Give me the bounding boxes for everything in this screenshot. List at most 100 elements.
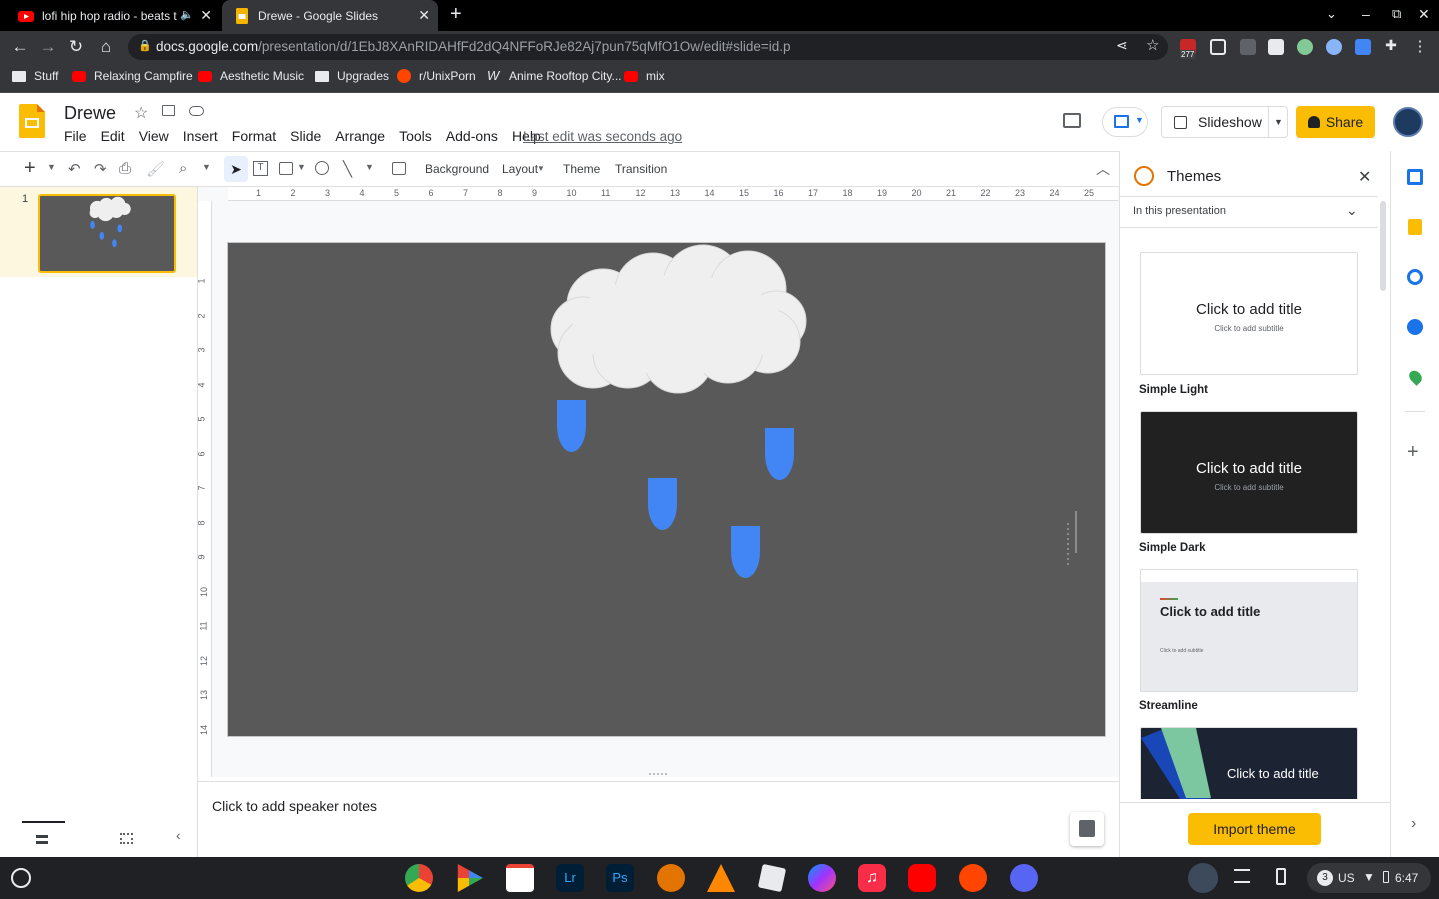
- menu-format[interactable]: Format: [232, 128, 276, 144]
- home-icon[interactable]: ⌂: [96, 37, 116, 57]
- tab-lofi[interactable]: lofi hip hop radio - beats to r 🔈 ✕: [6, 0, 220, 31]
- gmail-icon[interactable]: [506, 864, 534, 892]
- transition-button[interactable]: Transition: [615, 162, 667, 176]
- redo-icon[interactable]: ↷: [94, 160, 107, 178]
- comments-icon[interactable]: [1063, 113, 1081, 128]
- address-bar[interactable]: 🔒 docs.google.com/presentation/d/1EbJ8XA…: [128, 34, 1168, 60]
- background-button[interactable]: Background: [425, 162, 489, 176]
- apple-music-icon[interactable]: ♫: [858, 864, 886, 892]
- slide-thumbnail[interactable]: [38, 194, 176, 273]
- lightroom-icon[interactable]: Lr: [556, 864, 584, 892]
- undo-icon[interactable]: ↶: [68, 160, 81, 178]
- menu-insert[interactable]: Insert: [183, 128, 218, 144]
- last-edit-link[interactable]: Last edit was seconds ago: [523, 129, 682, 144]
- slideshow-dropdown-icon[interactable]: ▼: [1268, 107, 1288, 137]
- zoom-icon[interactable]: ⌕: [179, 160, 187, 177]
- reader-icon[interactable]: [1210, 39, 1226, 55]
- menu-view[interactable]: View: [139, 128, 169, 144]
- chrome-app-icon[interactable]: [405, 864, 433, 892]
- theme-streamline[interactable]: Click to add title Click to add subtitle: [1140, 569, 1358, 692]
- reload-icon[interactable]: ↻: [66, 37, 86, 57]
- collapse-filmstrip-icon[interactable]: ‹: [176, 827, 181, 843]
- contacts-icon[interactable]: [1407, 319, 1423, 335]
- url-text[interactable]: docs.google.com/presentation/d/1EbJ8XAnR…: [156, 39, 790, 54]
- image-dropdown-icon[interactable]: ▼: [297, 162, 306, 172]
- theme-simple-dark[interactable]: Click to add title Click to add subtitle: [1140, 411, 1358, 534]
- document-title[interactable]: Drewe: [64, 103, 116, 124]
- move-folder-icon[interactable]: [162, 105, 175, 116]
- slide-canvas[interactable]: [227, 242, 1106, 737]
- themes-scrollbar[interactable]: [1380, 201, 1386, 291]
- close-window-icon[interactable]: ✕: [1418, 6, 1430, 23]
- gear-extension-icon[interactable]: [1297, 39, 1313, 55]
- grid-view-icon[interactable]: [120, 833, 133, 844]
- vlc-icon[interactable]: [707, 864, 735, 892]
- avatar[interactable]: [1393, 107, 1423, 137]
- user-avatar-tray[interactable]: [1188, 863, 1218, 893]
- layout-button[interactable]: Layout: [502, 162, 538, 176]
- maximize-icon[interactable]: ⧉: [1392, 6, 1401, 22]
- raindrop-shapes[interactable]: [557, 400, 794, 578]
- menu-arrange[interactable]: Arrange: [335, 128, 385, 144]
- layout-dropdown-icon[interactable]: ▼: [537, 164, 545, 173]
- bookmark-upgrades[interactable]: Upgrades: [315, 69, 389, 83]
- share-button[interactable]: Share: [1296, 106, 1375, 138]
- slideshow-button[interactable]: Slideshow ▼: [1161, 106, 1288, 138]
- kebab-menu-icon[interactable]: ⋮: [1410, 37, 1430, 55]
- messenger-icon[interactable]: [808, 864, 836, 892]
- star-icon[interactable]: ☆: [134, 103, 148, 123]
- theme-simple-light[interactable]: Click to add title Click to add subtitle: [1140, 252, 1358, 375]
- speaker-notes[interactable]: Click to add speaker notes: [198, 781, 1119, 857]
- add-addon-icon[interactable]: +: [1407, 441, 1419, 464]
- status-tray[interactable]: 3 US ▼ 6:47: [1307, 863, 1431, 893]
- bookmark-anime-rooftop[interactable]: W Anime Rooftop City...: [487, 69, 622, 84]
- cloud-status-icon[interactable]: [189, 106, 204, 116]
- launcher-icon[interactable]: [11, 868, 31, 888]
- select-tool-icon[interactable]: ➤: [224, 156, 248, 182]
- discord-icon[interactable]: [1010, 864, 1038, 892]
- speaker-notes-placeholder[interactable]: Click to add speaker notes: [212, 798, 377, 814]
- k-extension-icon[interactable]: [1240, 39, 1256, 55]
- explore-button[interactable]: [1070, 812, 1104, 846]
- minimize-icon[interactable]: –: [1362, 6, 1370, 22]
- search-extension-icon[interactable]: [1326, 39, 1342, 55]
- new-slide-button[interactable]: +: [24, 157, 36, 180]
- maps-icon[interactable]: [1406, 368, 1425, 386]
- forward-icon[interactable]: →: [38, 37, 58, 57]
- back-icon[interactable]: ←: [10, 37, 30, 57]
- bookmark-star-icon[interactable]: ☆: [1146, 36, 1159, 54]
- paint-format-icon[interactable]: 🖌: [146, 160, 165, 178]
- bookmark-mix[interactable]: mix: [624, 69, 665, 83]
- camera-extension-icon[interactable]: [1355, 39, 1371, 55]
- calendar-icon[interactable]: [1407, 169, 1423, 185]
- import-theme-button[interactable]: Import theme: [1188, 813, 1321, 845]
- slides-logo-icon[interactable]: [19, 104, 45, 138]
- new-tab-button[interactable]: +: [450, 3, 462, 26]
- play-store-icon[interactable]: [457, 864, 483, 892]
- audio-icon[interactable]: 🔈: [180, 8, 194, 21]
- shape-icon[interactable]: [315, 161, 329, 175]
- media-controls-icon[interactable]: [1234, 869, 1250, 883]
- close-tab-icon[interactable]: ✕: [200, 7, 212, 24]
- comment-add-icon[interactable]: [392, 162, 406, 175]
- tab-slides[interactable]: Drewe - Google Slides ✕: [222, 0, 438, 31]
- phone-hub-icon[interactable]: [1276, 868, 1286, 885]
- text-box-icon[interactable]: T: [253, 161, 268, 176]
- line-icon[interactable]: ╲: [343, 160, 352, 178]
- print-icon[interactable]: ⎙: [119, 160, 131, 177]
- theme-button[interactable]: Theme: [563, 162, 600, 176]
- photoshop-icon[interactable]: Ps: [606, 864, 634, 892]
- filmstrip-view-tab[interactable]: [22, 821, 65, 857]
- slide-thumb-row[interactable]: 1: [0, 187, 197, 277]
- roblox-icon[interactable]: [757, 863, 787, 893]
- puzzle-icon[interactable]: ✚: [1381, 37, 1401, 54]
- collapse-toolbar-icon[interactable]: ︿: [1096, 159, 1110, 179]
- tab-search-icon[interactable]: ⌄: [1326, 6, 1337, 22]
- sketch-app-icon[interactable]: [657, 864, 685, 892]
- keep-icon[interactable]: [1408, 219, 1422, 235]
- menu-edit[interactable]: Edit: [101, 128, 125, 144]
- bookmark-stuff[interactable]: Stuff: [12, 69, 58, 83]
- themes-scope-dropdown[interactable]: In this presentation ⌄: [1120, 196, 1378, 228]
- present-to-meeting-button[interactable]: ▼: [1102, 107, 1148, 137]
- menu-file[interactable]: File: [64, 128, 87, 144]
